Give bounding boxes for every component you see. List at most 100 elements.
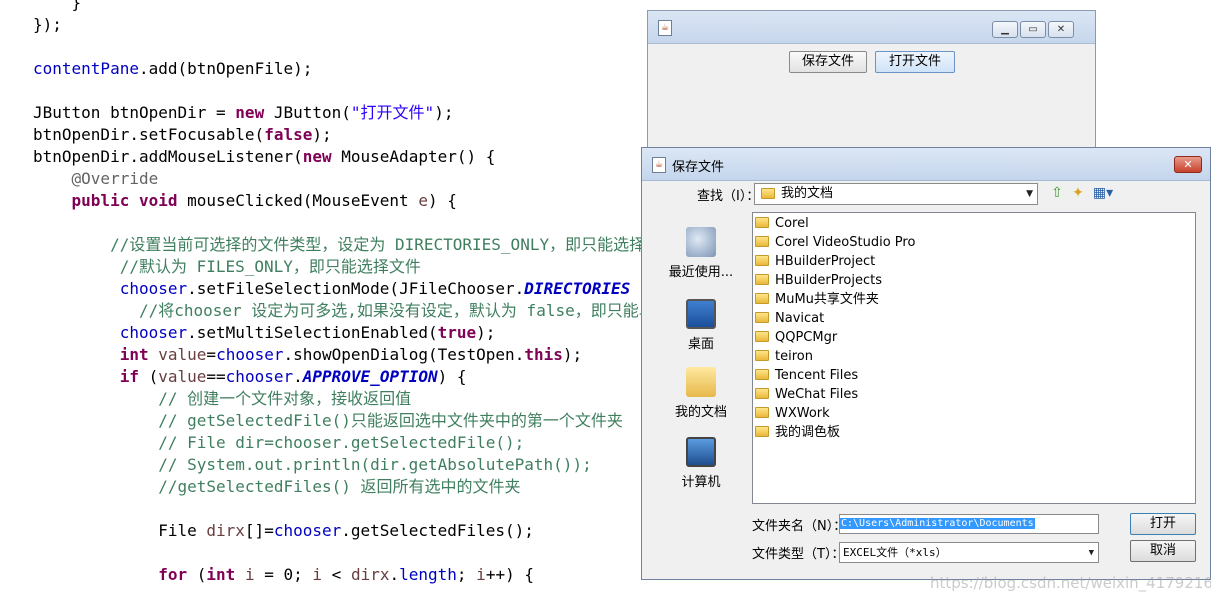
new-folder-icon[interactable]: ✦ — [1069, 185, 1087, 201]
filename-label: 文件夹名（N）： — [752, 519, 847, 534]
file-list[interactable]: Corel Corel VideoStudio Pro HBuilderProjec… — [752, 212, 1196, 504]
code-token: ++) { — [485, 565, 534, 584]
file-list-item[interactable]: Corel — [755, 214, 809, 233]
file-name: Corel VideoStudio Pro — [775, 235, 916, 250]
file-list-item[interactable]: Tencent Files — [755, 366, 858, 385]
filetype-combo[interactable]: EXCEL文件（*xls） ▼ — [839, 542, 1099, 563]
code-token: = 0; — [254, 565, 313, 584]
code-line: }); — [33, 14, 62, 36]
code-line: if (value==chooser.APPROVE_OPTION) { — [33, 366, 467, 388]
filetype-label: 文件类型（T）： — [752, 547, 845, 562]
code-line: btnOpenDir.setFocusable(false); — [33, 124, 332, 146]
code-token: MouseAdapter() { — [331, 147, 496, 166]
code-line: // File dir=chooser.getSelectedFile(); — [33, 432, 524, 454]
file-list-item[interactable]: HBuilderProject — [755, 252, 875, 271]
close-icon[interactable]: ✕ — [1048, 21, 1074, 38]
java-cup-icon: ☕ — [652, 157, 666, 173]
watermark: https://blog.csdn.net/weixin_41792162 — [930, 574, 1211, 592]
code-token: true — [437, 323, 477, 342]
place-desktop[interactable]: 桌面 — [657, 299, 745, 352]
code-token: mouseClicked(MouseEvent — [177, 191, 419, 210]
maximize-icon[interactable]: ▭ — [1020, 21, 1046, 38]
code-token: dirx — [206, 521, 245, 540]
filename-value: C:\Users\Administrator\Documents — [840, 518, 1035, 529]
look-in-combo[interactable]: 我的文档 ▼ — [754, 183, 1038, 205]
file-name: Navicat — [775, 311, 825, 326]
file-list-item[interactable]: Navicat — [755, 309, 824, 328]
file-list-item[interactable]: WXWork — [755, 404, 830, 423]
chevron-down-icon: ▼ — [1026, 189, 1033, 199]
file-list-item[interactable]: MuMu共享文件夹 — [755, 290, 879, 309]
code-line: } — [33, 0, 82, 14]
folder-icon — [755, 369, 769, 380]
code-token: // 创建一个文件对象，接收返回值 — [33, 389, 412, 408]
code-token: @Override — [71, 169, 159, 188]
folder-icon — [755, 217, 769, 228]
code-token: // getSelectedFile()只能返回选中文件夹中的第一个文件夹 — [33, 411, 623, 430]
code-token: ( — [138, 367, 159, 386]
close-icon[interactable]: ✕ — [1174, 156, 1202, 173]
code-line: //设置当前可选择的文件类型，设定为 DIRECTORIES_ONLY，即只能选… — [33, 234, 677, 256]
chevron-down-icon: ▼ — [1088, 548, 1094, 558]
place-computer[interactable]: 计算机 — [657, 437, 745, 490]
code-line: //将chooser 设定为可多选,如果没有设定，默认为 false，即只能单选 — [33, 300, 671, 322]
code-token: ); — [476, 323, 496, 342]
code-token: chooser — [119, 279, 188, 298]
cancel-button[interactable]: 取消 — [1130, 540, 1196, 562]
java-cup-icon: ☕ — [658, 20, 672, 36]
file-list-item[interactable]: WeChat Files — [755, 385, 858, 404]
up-folder-icon[interactable]: ⇧ — [1048, 185, 1066, 201]
code-token: //设置当前可选择的文件类型，设定为 DIRECTORIES_ONLY，即只能选… — [33, 235, 678, 254]
code-token: public — [71, 191, 130, 210]
folder-icon — [755, 293, 769, 304]
code-token: void — [138, 191, 178, 210]
computer-icon — [686, 437, 716, 467]
file-list-item[interactable]: HBuilderProjects — [755, 271, 882, 290]
place-label: 最近使用... — [668, 265, 734, 280]
folder-icon — [755, 312, 769, 323]
code-token: .add(btnOpenFile); — [138, 59, 313, 78]
code-line: contentPane.add(btnOpenFile); — [33, 58, 312, 80]
code-line: // 创建一个文件对象，接收返回值 — [33, 388, 411, 410]
code-line: for (int i = 0; i < dirx.length; i++) { — [33, 564, 534, 586]
minimize-icon[interactable]: ▁ — [992, 21, 1018, 38]
open-file-button[interactable]: 打开文件 — [875, 51, 955, 73]
filename-field[interactable]: C:\Users\Administrator\Documents — [839, 514, 1099, 534]
file-list-item[interactable]: 我的调色板 — [755, 423, 840, 442]
file-list-item[interactable]: QQPCMgr — [755, 328, 837, 347]
code-token: e — [418, 191, 428, 210]
file-name: WXWork — [775, 406, 830, 421]
code-line: //默认为 FILES_ONLY，即只能选择文件 — [33, 256, 421, 278]
code-token: []= — [244, 521, 274, 540]
code-token: ); — [562, 345, 583, 364]
dialog-titlebar[interactable]: ☕ 保存文件 ✕ — [642, 148, 1210, 181]
open-button[interactable]: 打开 — [1130, 513, 1196, 535]
look-in-value: 我的文档 — [781, 186, 834, 201]
code-token: ) { — [427, 191, 457, 210]
code-token: false — [264, 125, 313, 144]
code-line: chooser.setFileSelectionMode(JFileChoose… — [33, 278, 631, 300]
code-token: ( — [187, 565, 207, 584]
place-documents[interactable]: 我的文档 — [657, 367, 745, 420]
code-token: new — [235, 103, 265, 122]
documents-icon — [686, 367, 716, 397]
file-list-item[interactable]: Corel VideoStudio Pro — [755, 233, 915, 252]
code-token: "打开文件" — [350, 103, 435, 122]
save-file-button[interactable]: 保存文件 — [789, 51, 867, 73]
code-token: File — [33, 521, 207, 540]
frame-titlebar[interactable]: ☕ ▁ ▭ ✕ — [648, 11, 1095, 44]
view-menu-icon[interactable]: ▦▾ — [1091, 185, 1115, 201]
file-name: Corel — [775, 216, 809, 231]
code-token: . — [389, 565, 400, 584]
place-recent[interactable]: 最近使用... — [657, 227, 745, 280]
place-label: 桌面 — [687, 337, 714, 352]
code-line: public void mouseClicked(MouseEvent e) { — [33, 190, 457, 212]
code-token: value — [158, 367, 207, 386]
place-label: 计算机 — [681, 475, 721, 490]
file-list-item[interactable]: teiron — [755, 347, 813, 366]
code-token: .setFileSelectionMode(JFileChooser. — [187, 279, 525, 298]
file-name: Tencent Files — [775, 368, 859, 383]
